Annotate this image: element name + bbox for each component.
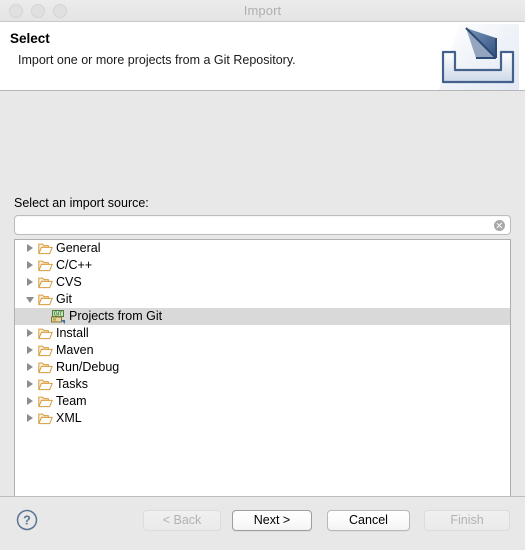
tree-item-team[interactable]: Team	[15, 393, 510, 410]
dialog-footer: ? < Back Next > Cancel Finish	[0, 496, 525, 550]
chevron-right-icon[interactable]	[26, 261, 35, 270]
filter-input[interactable]	[21, 216, 486, 234]
tree-item-label: Maven	[56, 343, 94, 358]
folder-icon	[38, 345, 53, 357]
tree-item-label: C/C++	[56, 258, 93, 273]
tree-item-c-c[interactable]: C/C++	[15, 257, 510, 274]
tree-item-label: Tasks	[56, 377, 88, 392]
tree-item-xml[interactable]: XML	[15, 410, 510, 427]
tree-item-label: CVS	[56, 275, 82, 290]
chevron-right-icon[interactable]	[26, 329, 35, 338]
chevron-right-icon[interactable]	[26, 346, 35, 355]
help-question-icon[interactable]: ?	[16, 509, 38, 531]
chevron-right-icon[interactable]	[26, 380, 35, 389]
minimize-button[interactable]	[31, 3, 45, 18]
finish-button[interactable]: Finish	[424, 510, 510, 531]
title-bar: Import	[0, 0, 525, 22]
chevron-right-icon[interactable]	[26, 397, 35, 406]
tree-item-cvs[interactable]: CVS	[15, 274, 510, 291]
tree-item-install[interactable]: Install	[15, 325, 510, 342]
folder-icon	[38, 413, 53, 425]
window-title: Import	[243, 3, 282, 18]
dialog-body: Select an import source: General C/C++ CVS…	[0, 91, 525, 526]
folder-icon	[38, 294, 53, 306]
chevron-right-icon[interactable]	[26, 278, 35, 287]
wizard-header: Select Import one or more projects from …	[0, 22, 525, 91]
cancel-button[interactable]: Cancel	[327, 510, 410, 531]
folder-icon	[38, 379, 53, 391]
tree-item-run-debug[interactable]: Run/Debug	[15, 359, 510, 376]
filter-field-wrapper[interactable]	[14, 215, 511, 235]
tree-item-git[interactable]: Git	[15, 291, 510, 308]
chevron-right-icon[interactable]	[26, 414, 35, 423]
folder-icon	[38, 362, 53, 374]
git-repository-icon: GIT	[51, 309, 65, 324]
tree-item-label: Install	[56, 326, 89, 341]
import-wizard-icon	[439, 24, 519, 90]
tree-item-projects-from-git[interactable]: GIT Projects from Git	[15, 308, 510, 325]
svg-text:?: ?	[23, 514, 31, 528]
tree-item-label: Git	[56, 292, 72, 307]
tree-item-tasks[interactable]: Tasks	[15, 376, 510, 393]
folder-icon	[38, 243, 53, 255]
folder-icon	[38, 277, 53, 289]
import-source-label: Select an import source:	[14, 196, 149, 210]
close-button[interactable]	[9, 3, 23, 18]
tree-item-label: Team	[56, 394, 87, 409]
page-description: Import one or more projects from a Git R…	[18, 53, 296, 67]
folder-icon	[38, 260, 53, 272]
chevron-right-icon[interactable]	[26, 244, 35, 253]
import-dialog-window: Import Select Import one or more project…	[0, 0, 525, 550]
chevron-right-icon[interactable]	[26, 363, 35, 372]
back-button[interactable]: < Back	[143, 510, 221, 531]
zoom-button[interactable]	[53, 3, 67, 18]
chevron-down-icon[interactable]	[26, 295, 35, 304]
folder-icon	[38, 396, 53, 408]
next-button[interactable]: Next >	[232, 510, 312, 531]
tree-item-maven[interactable]: Maven	[15, 342, 510, 359]
import-source-tree[interactable]: General C/C++ CVS Git GIT Projects from Git In…	[14, 239, 511, 526]
tree-item-label: General	[56, 241, 101, 256]
clear-circle-icon[interactable]	[494, 220, 505, 231]
window-controls	[9, 3, 67, 18]
page-title: Select	[10, 31, 50, 46]
tree-item-label: Projects from Git	[69, 309, 163, 324]
tree-item-label: Run/Debug	[56, 360, 120, 375]
folder-icon	[38, 328, 53, 340]
tree-item-general[interactable]: General	[15, 240, 510, 257]
tree-item-label: XML	[56, 411, 82, 426]
